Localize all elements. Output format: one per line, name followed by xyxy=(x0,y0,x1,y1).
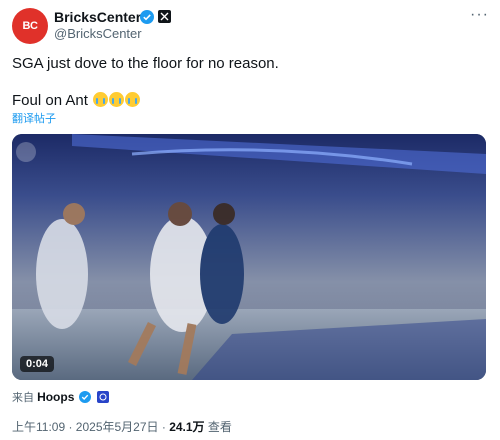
tweet-text-line-1: SGA just dove to the floor for no reason… xyxy=(12,55,279,72)
video-frame-image xyxy=(12,134,486,380)
loudly-crying-emoji-icon xyxy=(125,92,141,107)
video-duration-badge: 0:04 xyxy=(20,356,55,372)
tweet-timestamp[interactable]: 上午11:09 · 2025年5月27日 · xyxy=(12,420,169,434)
source-account-link[interactable]: Hoops xyxy=(37,390,74,404)
tweet-text-foul: Foul on Ant xyxy=(12,92,88,109)
hoops-logo-icon xyxy=(96,391,109,403)
video-player[interactable]: 0:04 xyxy=(12,134,486,380)
author-name[interactable]: BricksCenter xyxy=(54,9,141,25)
source-prefix: 来自 xyxy=(12,392,34,404)
loudly-crying-emoji-icon xyxy=(93,92,109,107)
translate-post-link[interactable]: 翻译帖子 xyxy=(12,110,56,126)
x-affiliate-icon xyxy=(158,10,171,23)
avatar-logo-text: BC xyxy=(22,20,38,32)
author-handle[interactable]: @BricksCenter xyxy=(54,26,142,41)
more-options-icon[interactable]: ··· xyxy=(470,6,489,24)
view-label: 查看 xyxy=(204,420,232,434)
tweet-meta: 上午11:09 · 2025年5月27日 · 24.1万 查看 xyxy=(12,418,232,435)
source-attribution: 来自 Hoops xyxy=(12,389,109,405)
tweet-text-line-2: Foul on Ant xyxy=(12,92,141,109)
verified-badge-icon xyxy=(79,391,92,403)
loudly-crying-emoji-icon xyxy=(109,92,125,107)
view-count: 24.1万 xyxy=(169,420,205,434)
author-avatar[interactable]: BC xyxy=(12,8,48,44)
verified-badge-icon xyxy=(140,10,154,24)
